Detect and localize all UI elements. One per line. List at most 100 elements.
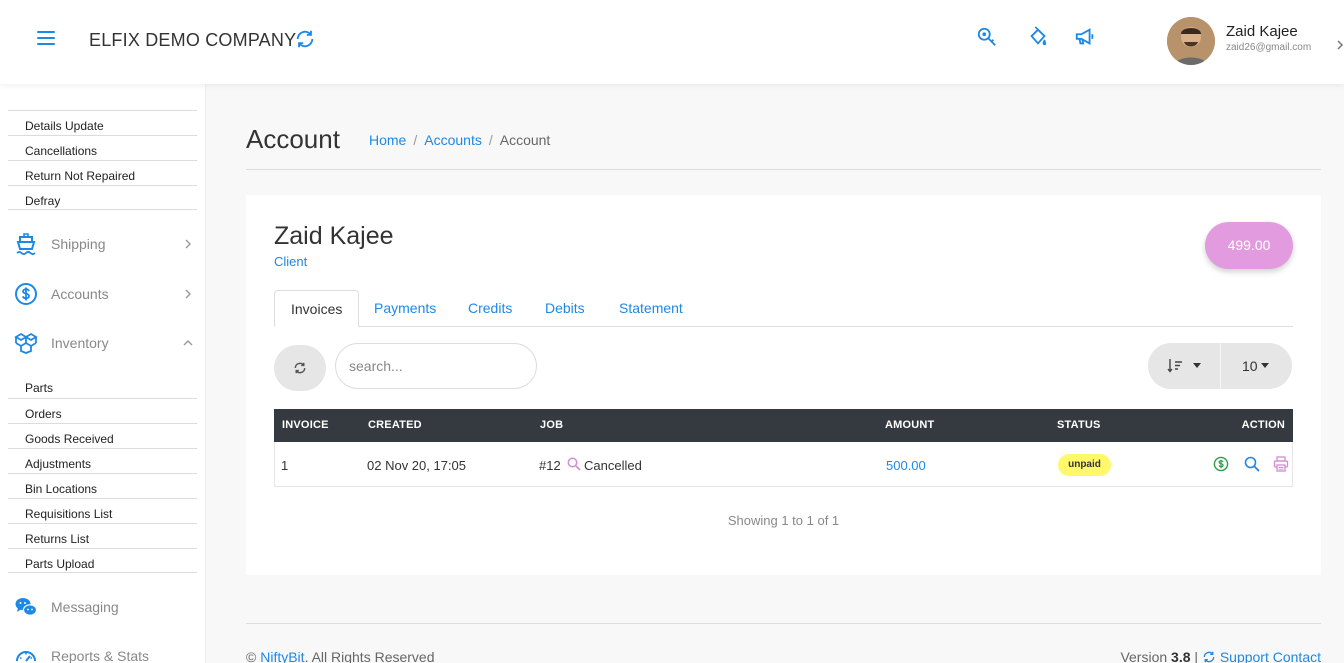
sidebar-item-return-not-repaired[interactable]: Return Not Repaired bbox=[8, 160, 197, 185]
col-invoice[interactable]: INVOICE bbox=[282, 419, 329, 431]
tab-invoices[interactable]: Invoices bbox=[274, 290, 360, 327]
chevron-right-icon[interactable] bbox=[1336, 40, 1344, 50]
sidebar-item-details-update[interactable]: Details Update bbox=[8, 110, 197, 135]
breadcrumb-separator: / bbox=[413, 132, 418, 148]
pay-dollar-icon[interactable] bbox=[1213, 456, 1229, 472]
sidebar-item-bin-locations[interactable]: Bin Locations bbox=[8, 473, 197, 498]
tab-payments[interactable]: Payments bbox=[374, 290, 436, 327]
col-action: ACTION bbox=[1241, 419, 1285, 431]
account-tabs: Invoices Payments Credits Debits Stateme… bbox=[274, 290, 1293, 327]
sidebar-item-parts[interactable]: Parts bbox=[8, 373, 197, 398]
refresh-button[interactable] bbox=[274, 345, 326, 391]
sidebar-item-inventory[interactable]: Inventory bbox=[0, 328, 206, 358]
sidebar-label-shipping: Shipping bbox=[51, 236, 106, 252]
breadcrumb-separator: / bbox=[488, 132, 493, 148]
page-size-select[interactable]: 10 bbox=[1221, 343, 1292, 389]
sort-amount-icon bbox=[1167, 359, 1182, 373]
megaphone-icon[interactable] bbox=[1074, 26, 1096, 48]
sidebar-item-defray[interactable]: Defray bbox=[8, 185, 197, 210]
refresh-icon[interactable] bbox=[294, 28, 316, 50]
search-key-icon[interactable] bbox=[976, 26, 998, 48]
sidebar-item-parts-upload[interactable]: Parts Upload bbox=[8, 548, 197, 573]
breadcrumb-current: Account bbox=[499, 132, 551, 148]
search-input[interactable] bbox=[335, 343, 537, 389]
table-controls: 10 bbox=[1148, 343, 1292, 389]
chat-bubbles-icon bbox=[15, 598, 38, 616]
pagination-info: Showing 1 to 1 of 1 bbox=[727, 513, 840, 528]
footer-rights: . All Rights Reserved bbox=[304, 649, 435, 663]
company-name: ELFIX DEMO COMPANY bbox=[89, 30, 297, 50]
user-avatar[interactable] bbox=[1167, 17, 1215, 65]
sidebar-item-shipping[interactable]: Shipping bbox=[0, 229, 206, 259]
chevron-right-icon bbox=[185, 289, 191, 299]
sidebar-label-messaging: Messaging bbox=[51, 599, 119, 615]
client-role: Client bbox=[274, 254, 308, 269]
top-bar: ELFIX DEMO COMPANY Zaid Kajee zaid26@gma… bbox=[0, 0, 1344, 84]
cell-job-status: Cancelled bbox=[584, 458, 642, 473]
chevron-up-icon bbox=[183, 340, 193, 346]
ship-icon bbox=[16, 233, 36, 256]
footer-copyright: © NiftyBit. All Rights Reserved bbox=[246, 649, 435, 663]
divider bbox=[246, 169, 1321, 170]
balance-badge[interactable]: 499.00 bbox=[1205, 222, 1293, 269]
sidebar-item-requisitions-list[interactable]: Requisitions List bbox=[8, 498, 197, 523]
version-number: 3.8 bbox=[1171, 649, 1191, 663]
sidebar-item-returns-list[interactable]: Returns List bbox=[8, 523, 197, 548]
sidebar-item-cancellations[interactable]: Cancellations bbox=[8, 135, 197, 160]
cell-invoice: 1 bbox=[281, 458, 289, 473]
caret-down-icon bbox=[1193, 363, 1201, 368]
sidebar-label-inventory: Inventory bbox=[51, 335, 109, 351]
sidebar-label-accounts: Accounts bbox=[51, 286, 109, 302]
cell-job-number: #12 bbox=[539, 458, 561, 473]
support-contact-link[interactable]: Support Contact bbox=[1220, 649, 1321, 663]
caret-down-icon bbox=[1261, 363, 1269, 368]
version-label: Version bbox=[1120, 649, 1168, 663]
sidebar: Details Update Cancellations Return Not … bbox=[0, 84, 206, 663]
tab-credits[interactable]: Credits bbox=[468, 290, 512, 327]
dollar-circle-icon bbox=[15, 283, 37, 305]
refresh-icon bbox=[1203, 651, 1215, 663]
paint-bucket-icon[interactable] bbox=[1027, 26, 1049, 48]
print-icon[interactable] bbox=[1273, 456, 1289, 472]
gauge-icon bbox=[16, 651, 36, 662]
invoices-table: INVOICE CREATED JOB AMOUNT STATUS ACTION… bbox=[274, 409, 1293, 487]
sort-button[interactable] bbox=[1148, 343, 1221, 389]
col-amount[interactable]: AMOUNT bbox=[885, 419, 934, 431]
footer-version: Version 3.8 | Support Contact bbox=[1120, 649, 1321, 663]
search-icon[interactable] bbox=[567, 457, 581, 471]
sidebar-item-orders[interactable]: Orders bbox=[8, 398, 197, 423]
sidebar-item-goods-received[interactable]: Goods Received bbox=[8, 423, 197, 448]
sidebar-label-reports: Reports & Stats bbox=[51, 648, 150, 663]
boxes-icon bbox=[14, 332, 38, 354]
view-search-icon[interactable] bbox=[1244, 456, 1260, 472]
breadcrumb-accounts[interactable]: Accounts bbox=[424, 132, 482, 148]
col-job[interactable]: JOB bbox=[540, 419, 563, 431]
sidebar-item-messaging[interactable]: Messaging bbox=[0, 592, 206, 622]
footer-brand-link[interactable]: NiftyBit bbox=[260, 649, 304, 663]
breadcrumb-home[interactable]: Home bbox=[369, 132, 406, 148]
user-name[interactable]: Zaid Kajee bbox=[1226, 23, 1298, 40]
refresh-icon bbox=[294, 362, 306, 374]
tab-debits[interactable]: Debits bbox=[545, 290, 585, 327]
user-email: zaid26@gmail.com bbox=[1226, 42, 1312, 53]
inventory-submenu: Parts Orders Goods Received Adjustments … bbox=[8, 373, 197, 573]
footer-divider bbox=[246, 623, 1321, 624]
col-created[interactable]: CREATED bbox=[368, 419, 422, 431]
table-row: 1 02 Nov 20, 17:05 #12 Cancelled 500.00 … bbox=[274, 442, 1293, 487]
tab-statement[interactable]: Statement bbox=[619, 290, 683, 327]
cell-amount[interactable]: 500.00 bbox=[886, 458, 926, 473]
chevron-right-icon bbox=[185, 239, 191, 249]
page-size-value: 10 bbox=[1242, 358, 1258, 374]
status-badge: unpaid bbox=[1058, 454, 1111, 476]
account-card: Zaid Kajee Client 499.00 Invoices Paymen… bbox=[246, 195, 1321, 575]
breadcrumb: Home / Accounts / Account bbox=[369, 132, 550, 148]
client-name: Zaid Kajee bbox=[274, 222, 394, 250]
accounts-submenu: Details Update Cancellations Return Not … bbox=[8, 110, 197, 210]
menu-toggle-icon[interactable] bbox=[37, 31, 55, 45]
col-status[interactable]: STATUS bbox=[1057, 419, 1101, 431]
sidebar-item-adjustments[interactable]: Adjustments bbox=[8, 448, 197, 473]
sidebar-item-accounts[interactable]: Accounts bbox=[0, 279, 206, 309]
sidebar-item-reports[interactable]: Reports & Stats bbox=[0, 641, 206, 663]
cell-created: 02 Nov 20, 17:05 bbox=[367, 458, 467, 473]
page-title: Account bbox=[246, 124, 340, 154]
